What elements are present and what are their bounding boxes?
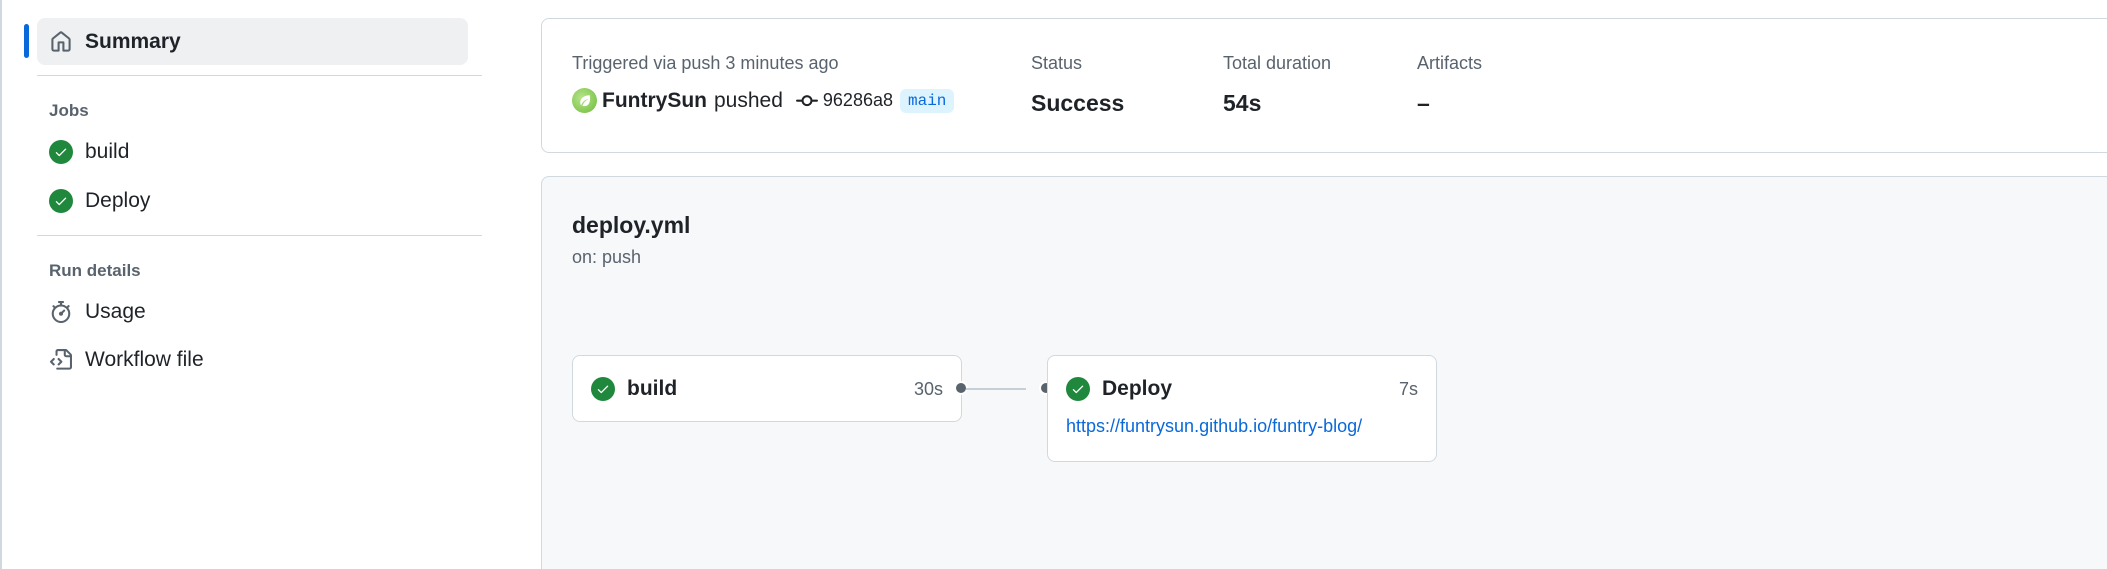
check-circle-icon	[1066, 377, 1090, 401]
job-duration: 7s	[1398, 378, 1418, 399]
job-connector-line	[966, 388, 1026, 390]
duration-info: Total duration 54s	[1223, 53, 1331, 117]
sidebar-item-workflow-file[interactable]: Workflow file	[49, 336, 482, 383]
check-circle-icon	[591, 377, 615, 401]
file-code-icon	[49, 348, 73, 372]
trigger-label: Triggered via push 3 minutes ago	[572, 53, 839, 73]
sidebar-item-summary[interactable]: Summary	[37, 18, 468, 65]
job-card-build[interactable]: build 30s	[572, 355, 962, 422]
sidebar-item-label: Workflow file	[85, 347, 204, 371]
status-info: Status Success	[1031, 53, 1124, 117]
sidebar-item-usage[interactable]: Usage	[49, 287, 482, 336]
job-name: build	[627, 377, 678, 400]
jobs-heading: Jobs	[49, 101, 89, 120]
duration-value: 54s	[1223, 90, 1262, 116]
status-label: Status	[1031, 53, 1083, 73]
stopwatch-icon	[49, 300, 73, 324]
branch-badge[interactable]: main	[899, 88, 955, 113]
check-circle-icon	[49, 188, 73, 213]
sidebar: Summary Jobs build Deploy Run details Us…	[24, 18, 482, 383]
artifacts-info: Artifacts –	[1417, 53, 1482, 117]
workflow-file-name[interactable]: deploy.yml	[572, 212, 690, 239]
avatar[interactable]	[572, 88, 597, 113]
trigger-details: FuntrySun pushed 96286a8 main	[572, 88, 955, 113]
sidebar-item-label: build	[85, 139, 130, 163]
workflow-graph-panel: deploy.yml on: push build 30s Deploy 7s	[541, 176, 2107, 569]
action-text: pushed	[714, 88, 783, 112]
home-icon	[49, 30, 73, 54]
status-value: Success	[1031, 90, 1125, 116]
artifacts-label: Artifacts	[1417, 53, 1483, 73]
job-header: build 30s	[573, 356, 961, 422]
job-name: Deploy	[1102, 377, 1173, 400]
git-commit-icon	[795, 89, 819, 113]
trigger-info: Triggered via push 3 minutes ago FuntryS…	[572, 53, 955, 113]
sidebar-item-label: Summary	[85, 29, 181, 53]
sidebar-divider	[37, 235, 482, 236]
left-edge-border	[0, 0, 2, 569]
job-duration: 30s	[913, 378, 943, 399]
duration-label: Total duration	[1223, 53, 1332, 73]
run-summary-card: Triggered via push 3 minutes ago FuntryS…	[541, 18, 2107, 153]
commit-sha-link[interactable]: 96286a8	[823, 90, 893, 111]
sidebar-item-label: Usage	[85, 299, 146, 323]
job-card-deploy[interactable]: Deploy 7s https://funtrysun.github.io/fu…	[1047, 355, 1437, 462]
job-header: Deploy 7s	[1048, 356, 1436, 422]
check-circle-icon	[49, 139, 73, 164]
sidebar-item-label: Deploy	[85, 188, 151, 212]
artifacts-value: –	[1417, 90, 1430, 116]
deployment-url-link[interactable]: https://funtrysun.github.io/funtry-blog/	[1048, 416, 1436, 437]
sidebar-divider	[37, 75, 482, 76]
actor-link[interactable]: FuntrySun	[602, 89, 707, 113]
workflow-run-page: Summary Jobs build Deploy Run details Us…	[0, 0, 2107, 569]
workflow-trigger: on: push	[572, 247, 642, 267]
run-details-heading: Run details	[49, 261, 141, 280]
sidebar-item-deploy[interactable]: Deploy	[49, 176, 482, 225]
sidebar-item-build[interactable]: build	[49, 127, 482, 176]
